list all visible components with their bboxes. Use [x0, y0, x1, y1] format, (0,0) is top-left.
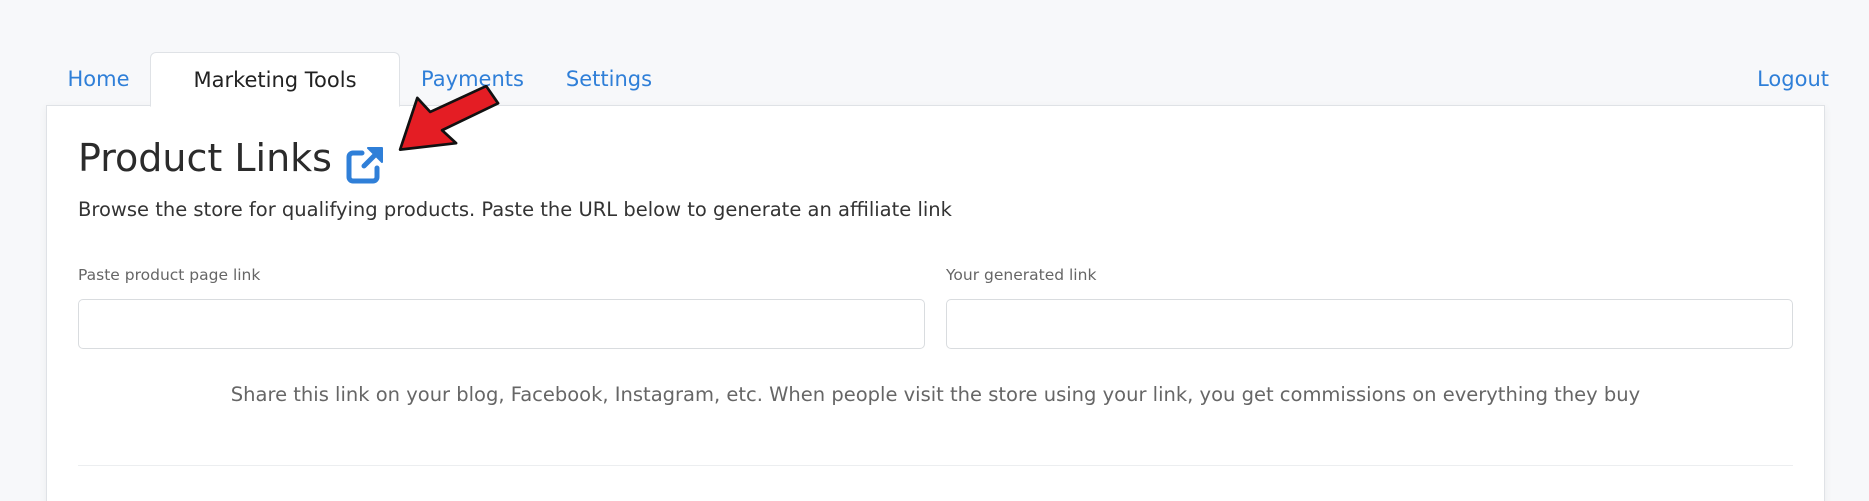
- external-link-icon[interactable]: [344, 144, 386, 186]
- divider: [78, 465, 1793, 466]
- tab-marketing-tools[interactable]: Marketing Tools: [150, 52, 400, 107]
- tab-home[interactable]: Home: [46, 52, 151, 106]
- page-subtitle: Browse the store for qualifying products…: [78, 198, 952, 221]
- generated-link-label: Your generated link: [946, 266, 1097, 284]
- page: Home Marketing Tools Payments Settings L…: [0, 0, 1869, 501]
- product-link-input[interactable]: [78, 299, 925, 349]
- marketing-tools-panel: Product Links Browse the store for quali…: [46, 105, 1825, 501]
- page-title: Product Links: [78, 136, 332, 180]
- share-info-text: Share this link on your blog, Facebook, …: [230, 383, 1641, 406]
- top-nav: Home Marketing Tools Payments Settings L…: [46, 52, 1829, 107]
- product-link-label: Paste product page link: [78, 266, 261, 284]
- logout-link[interactable]: Logout: [1757, 52, 1829, 106]
- generated-link-input[interactable]: [946, 299, 1793, 349]
- annotation-arrow-icon: [398, 85, 500, 151]
- tab-settings[interactable]: Settings: [546, 52, 672, 106]
